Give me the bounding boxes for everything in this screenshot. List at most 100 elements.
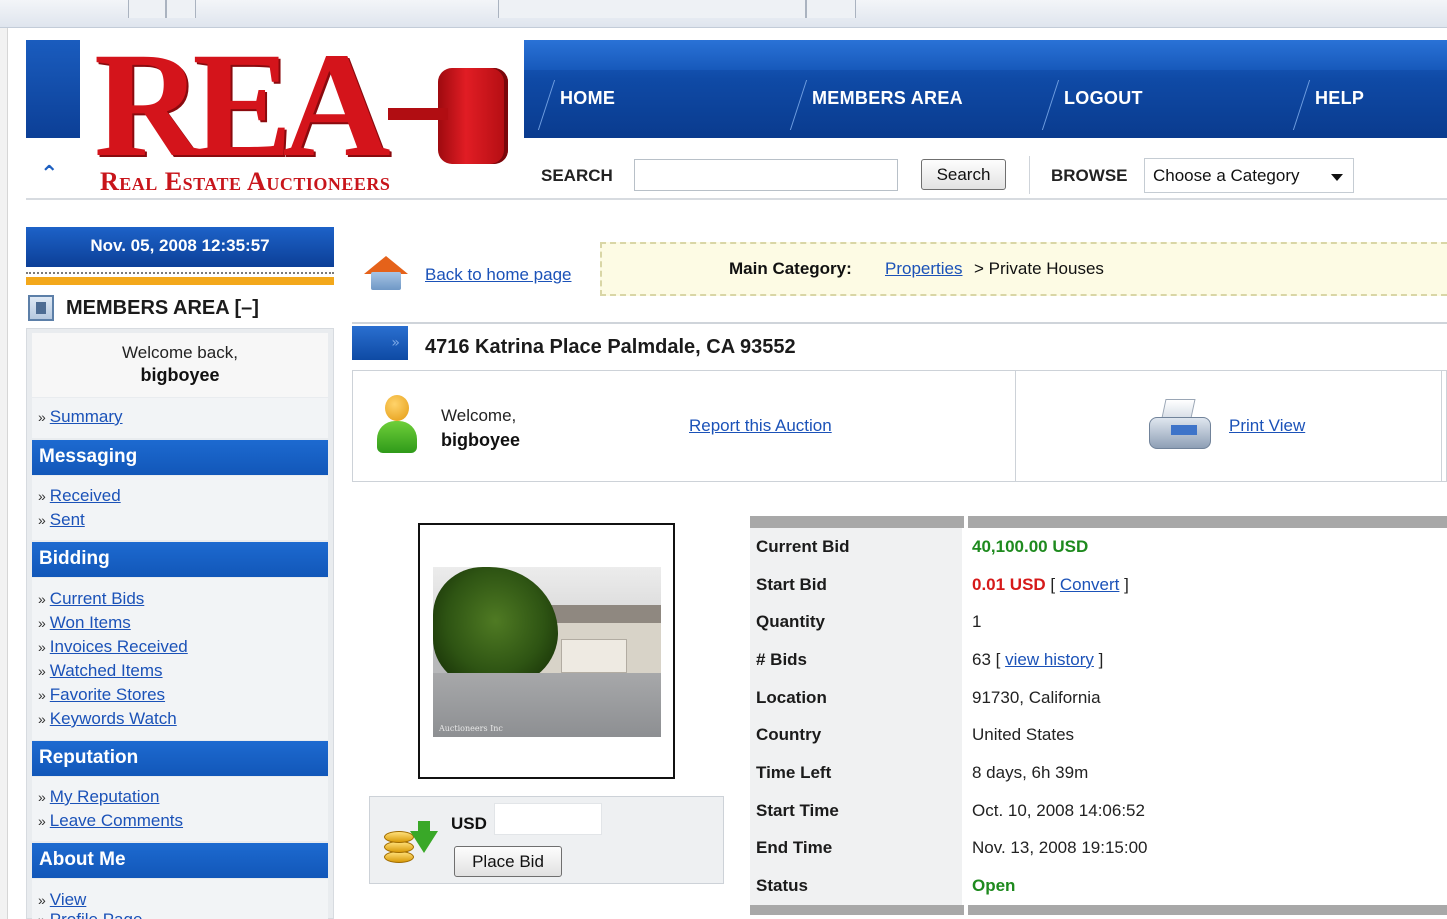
- sidebar-section-about-me[interactable]: About Me: [32, 843, 328, 878]
- sidebar-link[interactable]: Won Items: [50, 613, 131, 632]
- auction-info-box: Welcome, bigboyee Report this Auction Pr…: [352, 370, 1447, 482]
- report-auction-link[interactable]: Report this Auction: [689, 416, 832, 436]
- current-bid-value: 40,100.00 USD: [972, 536, 1089, 556]
- row-value: Open: [964, 867, 1447, 905]
- sidebar-section-messaging[interactable]: Messaging: [32, 440, 328, 475]
- row-value: 63 [ view history ]: [972, 649, 1104, 669]
- sidebar-link[interactable]: Watched Items: [50, 661, 163, 680]
- table-header-cell: [968, 516, 1447, 528]
- home-chevron-icon[interactable]: ⌃: [40, 164, 64, 186]
- table-row: Current Bid 40,100.00 USD: [750, 528, 1447, 566]
- nav-help[interactable]: HELP: [1315, 88, 1364, 109]
- sidebar-item-profile-page[interactable]: »Profile Page: [38, 910, 142, 919]
- photo-watermark: Auctioneers Inc: [439, 724, 503, 733]
- back-to-home-link[interactable]: Back to home page: [425, 265, 571, 285]
- nav-members-area[interactable]: MEMBERS AREA: [812, 88, 963, 109]
- auction-username: bigboyee: [441, 430, 521, 450]
- table-header-cell: [750, 516, 964, 528]
- print-view-link[interactable]: Print View: [1229, 416, 1305, 436]
- current-datetime: Nov. 05, 2008 12:35:57: [26, 227, 334, 267]
- category-select-value: Choose a Category: [1153, 166, 1300, 185]
- table-footer-bar: [750, 904, 1447, 915]
- sidebar-link[interactable]: Received: [50, 486, 121, 505]
- bid-amount-input[interactable]: [494, 803, 602, 835]
- row-value: 40,100.00 USD: [964, 528, 1447, 566]
- sidebar-item-leave-comments[interactable]: » Leave Comments: [38, 811, 183, 831]
- start-time-value: Oct. 10, 2008 14:06:52: [972, 800, 1145, 820]
- sidebar-link[interactable]: My Reputation: [50, 787, 160, 806]
- sidebar-item-keywords-watch[interactable]: » Keywords Watch: [38, 709, 177, 729]
- site-logo[interactable]: REA Real Estate Auctioneers: [80, 30, 524, 198]
- sidebar-item-sent[interactable]: » Sent: [38, 510, 85, 530]
- status-badge: Open: [972, 876, 1016, 896]
- sidebar-link[interactable]: Keywords Watch: [50, 709, 177, 728]
- sidebar-item-received[interactable]: » Received: [38, 486, 121, 506]
- table-row: Status Open: [750, 867, 1447, 905]
- table-row: Start Time Oct. 10, 2008 14:06:52: [750, 791, 1447, 830]
- accent-bar: [26, 277, 334, 285]
- property-photo[interactable]: Auctioneers Inc: [433, 567, 661, 737]
- search-input[interactable]: [634, 159, 898, 191]
- category-label: Main Category:: [729, 259, 852, 278]
- property-photo-frame: Auctioneers Inc: [418, 523, 675, 779]
- user-icon: [375, 393, 419, 455]
- table-row: Location 91730, California: [750, 678, 1447, 717]
- user-icon-torso: [377, 421, 417, 453]
- sidebar-item-current-bids[interactable]: » Current Bids: [38, 589, 144, 609]
- sidebar-link[interactable]: Favorite Stores: [50, 685, 165, 704]
- nav-home[interactable]: HOME: [560, 88, 615, 109]
- divider: [1441, 371, 1442, 481]
- row-label: Time Left: [750, 754, 966, 792]
- chevron-down-icon: [1331, 174, 1343, 181]
- sidebar-link[interactable]: View: [50, 890, 87, 909]
- members-area-header[interactable]: MEMBERS AREA [–]: [28, 294, 259, 322]
- sidebar-item-watched-items[interactable]: » Watched Items: [38, 661, 163, 681]
- chrome-tab: [128, 0, 166, 18]
- sidebar-link[interactable]: Sent: [50, 510, 85, 529]
- sidebar-link[interactable]: Profile Page: [50, 910, 143, 919]
- row-label: Current Bid: [750, 528, 966, 566]
- sidebar-link[interactable]: Summary: [50, 407, 123, 426]
- sidebar-link[interactable]: Invoices Received: [50, 637, 188, 656]
- sidebar-item-view[interactable]: » View: [38, 890, 86, 910]
- sidebar-item-my-reputation[interactable]: » My Reputation: [38, 787, 159, 807]
- chrome-tab: [498, 0, 806, 18]
- sidebar-item-summary[interactable]: » Summary: [38, 407, 123, 427]
- table-footer-cell: [750, 904, 964, 915]
- convert-link[interactable]: Convert: [1060, 575, 1120, 594]
- table-row: End Time Nov. 13, 2008 19:15:00: [750, 829, 1447, 868]
- home-icon-body: [371, 272, 401, 290]
- home-icon[interactable]: [362, 256, 410, 292]
- row-label: # Bids: [750, 641, 966, 679]
- row-label: Start Bid: [750, 565, 966, 604]
- nav-logout[interactable]: LOGOUT: [1064, 88, 1143, 109]
- logo-subtitle: Real Estate Auctioneers: [100, 167, 391, 196]
- place-bid-button[interactable]: Place Bid: [454, 846, 562, 877]
- double-arrow-icon: »: [352, 326, 408, 360]
- sidebar-section-bidding[interactable]: Bidding: [32, 542, 328, 577]
- category-link-properties[interactable]: Properties: [885, 259, 962, 279]
- gavel-icon: [388, 68, 508, 164]
- sidebar-item-favorite-stores[interactable]: » Favorite Stores: [38, 685, 165, 705]
- divider: [1015, 371, 1016, 481]
- sidebar-link[interactable]: Leave Comments: [50, 811, 183, 830]
- view-history-link[interactable]: view history: [1005, 650, 1094, 669]
- divider: [1029, 156, 1030, 194]
- chrome-tab: [806, 0, 856, 18]
- bids-count: 63: [972, 649, 991, 669]
- quantity-value: 1: [972, 612, 982, 632]
- arrow-down-icon: [410, 831, 438, 853]
- sidebar-link[interactable]: Current Bids: [50, 589, 144, 608]
- category-select[interactable]: Choose a Category: [1144, 158, 1354, 193]
- logo-letters: REA: [94, 22, 391, 188]
- table-row: Time Left 8 days, 6h 39m: [750, 754, 1447, 792]
- sidebar-section-reputation[interactable]: Reputation: [32, 741, 328, 776]
- sidebar-item-won-items[interactable]: » Won Items: [38, 613, 131, 633]
- sidebar-item-invoices-received[interactable]: » Invoices Received: [38, 637, 188, 657]
- row-label: End Time: [750, 829, 966, 868]
- bid-currency-label: USD: [451, 814, 487, 833]
- printer-icon[interactable]: [1149, 399, 1215, 453]
- username: bigboyee: [140, 365, 220, 385]
- auction-title: 4716 Katrina Place Palmdale, CA 93552: [425, 336, 796, 358]
- search-button[interactable]: Search: [921, 159, 1006, 190]
